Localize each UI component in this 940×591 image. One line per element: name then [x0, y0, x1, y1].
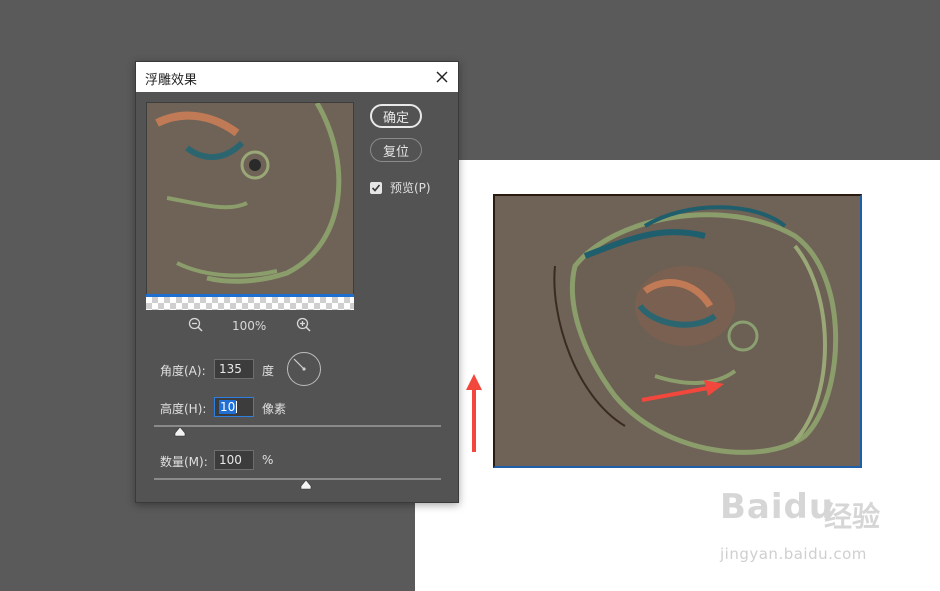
- dialog-title: 浮雕效果: [145, 73, 198, 88]
- amount-unit: %: [262, 453, 274, 467]
- filter-preview[interactable]: [146, 102, 354, 310]
- angle-unit: 度: [262, 364, 275, 378]
- watermark-url: jingyan.baidu.com: [720, 545, 867, 563]
- preview-label: 预览(P): [390, 181, 431, 195]
- height-unit: 像素: [262, 402, 287, 416]
- height-input[interactable]: 10: [214, 397, 254, 417]
- zoom-in-button[interactable]: [296, 317, 312, 336]
- watermark-brand: 经验: [824, 500, 881, 533]
- angle-value: 135: [219, 362, 242, 376]
- angle-dial-icon: [293, 358, 306, 371]
- zoom-level: 100%: [232, 319, 267, 333]
- height-slider-track[interactable]: [154, 425, 441, 427]
- emboss-dialog: 浮雕效果 100% 确定 复位 预览(P) 角度(A): 135 度 高度(H)…: [135, 61, 459, 503]
- zoom-in-icon: [296, 317, 311, 332]
- checkbox-box[interactable]: [370, 181, 382, 194]
- ok-button[interactable]: 确定: [370, 104, 422, 128]
- slider-thumb-icon[interactable]: [300, 480, 312, 490]
- amount-label: 数量(M):: [160, 455, 208, 469]
- checkmark-icon: [371, 183, 381, 192]
- angle-label: 角度(A):: [160, 364, 206, 378]
- embossed-photo: [495, 196, 860, 466]
- amount-slider-track[interactable]: [154, 478, 441, 480]
- slider-thumb-icon[interactable]: [174, 427, 186, 437]
- preview-image: [147, 103, 353, 309]
- close-button[interactable]: [432, 67, 452, 87]
- watermark-logo: Baidu: [720, 487, 835, 527]
- zoom-out-button[interactable]: [188, 317, 204, 336]
- dialog-titlebar[interactable]: 浮雕效果: [136, 62, 458, 92]
- close-icon: [436, 71, 448, 83]
- reset-button[interactable]: 复位: [370, 138, 422, 162]
- height-label: 高度(H):: [160, 402, 207, 416]
- amount-value: 100: [219, 453, 242, 467]
- angle-dial[interactable]: [287, 352, 321, 386]
- preview-checkbox[interactable]: 预览(P): [370, 179, 431, 196]
- text-caret: [236, 401, 238, 413]
- zoom-controls: 100%: [146, 317, 354, 335]
- red-arrow: [641, 380, 724, 402]
- baidu-watermark: Baidu 经验 jingyan.baidu.com: [720, 487, 935, 577]
- amount-input[interactable]: 100: [214, 450, 254, 470]
- angle-input[interactable]: 135: [214, 359, 254, 379]
- red-arrow: [466, 374, 482, 452]
- document-image: [493, 194, 862, 468]
- zoom-out-icon: [188, 317, 203, 332]
- height-value: 10: [219, 400, 237, 414]
- transparency-strip: [146, 294, 354, 310]
